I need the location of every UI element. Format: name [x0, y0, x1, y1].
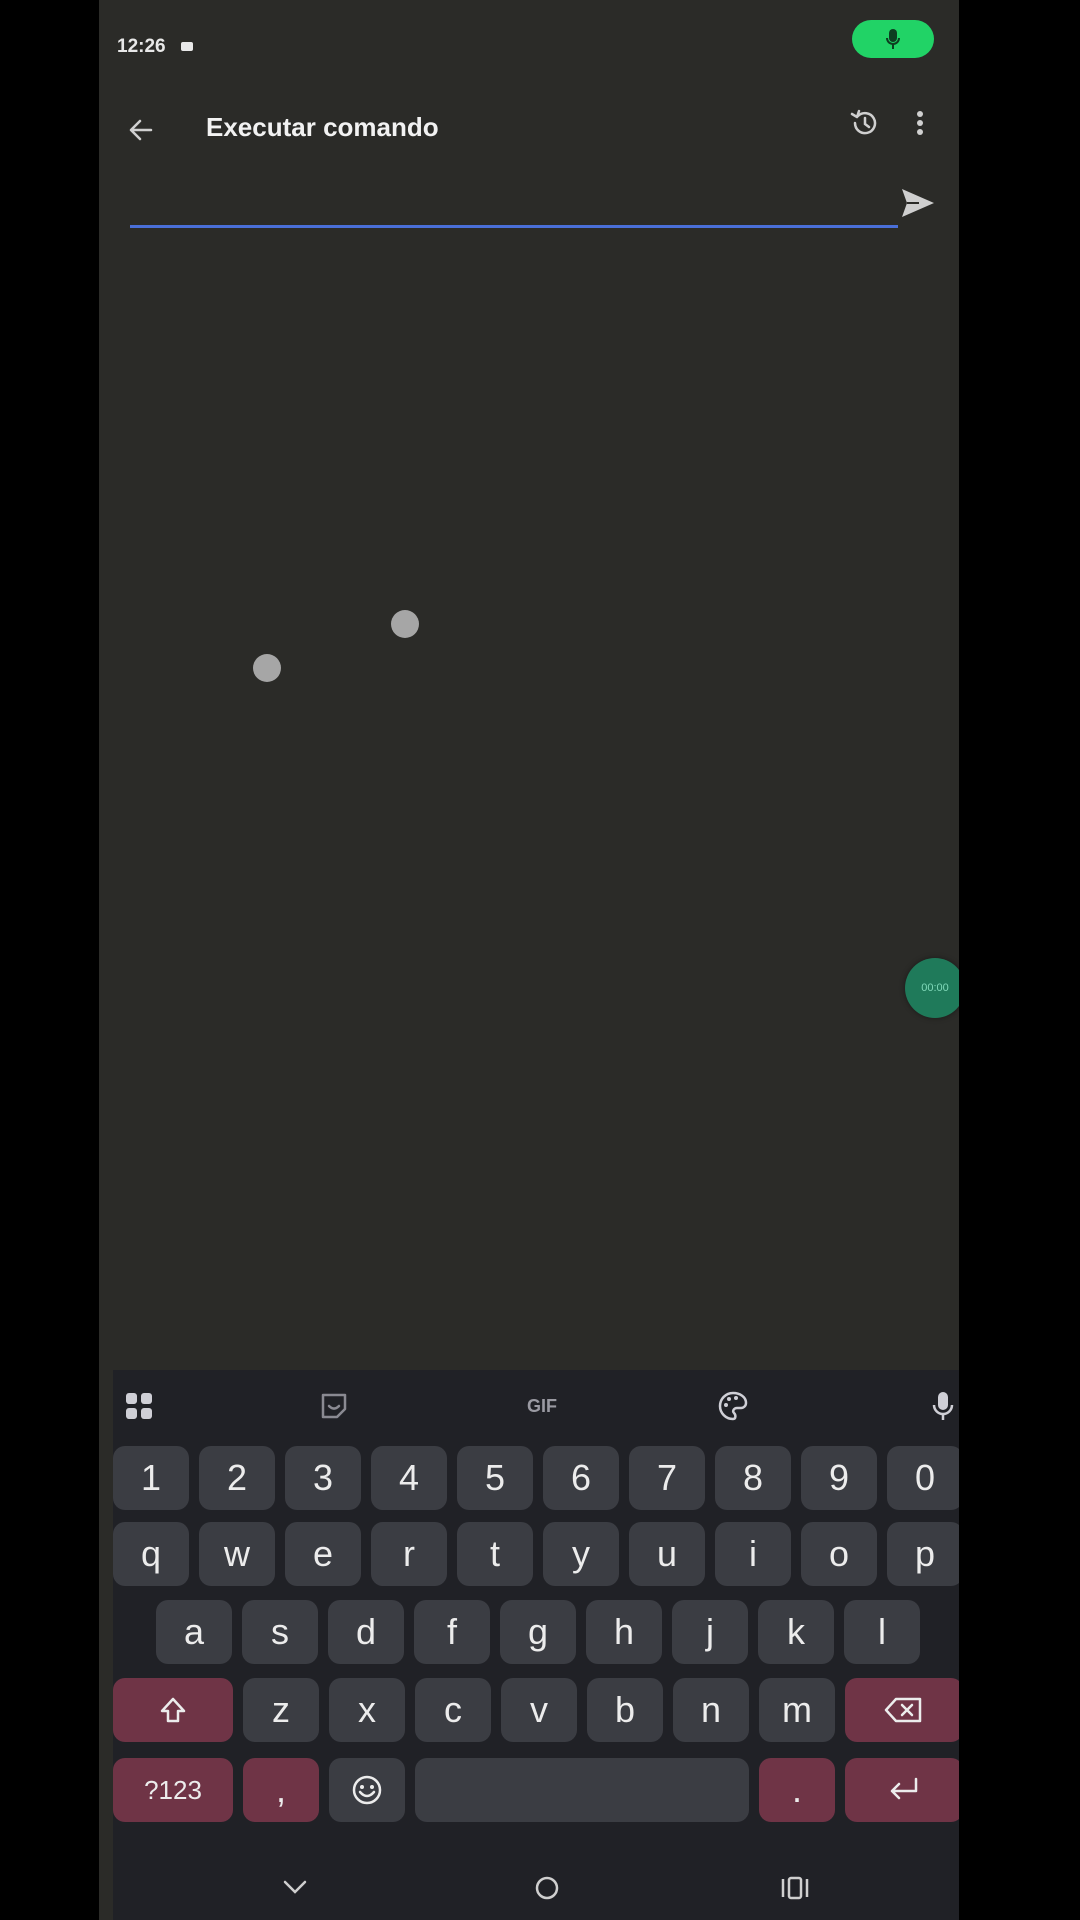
key-t[interactable]: t	[457, 1522, 533, 1586]
shift-key[interactable]	[113, 1678, 233, 1742]
key-n[interactable]: n	[673, 1678, 749, 1742]
status-bar: 12:26	[99, 0, 959, 90]
mic-active-indicator[interactable]	[852, 20, 934, 58]
back-arrow-icon[interactable]	[125, 114, 157, 146]
emoji-icon	[352, 1775, 382, 1805]
key-b[interactable]: b	[587, 1678, 663, 1742]
key-5[interactable]: 5	[457, 1446, 533, 1510]
key-l[interactable]: l	[844, 1600, 920, 1664]
voice-input-icon[interactable]	[921, 1384, 959, 1428]
send-icon[interactable]	[899, 184, 937, 222]
recorder-timer: 00:00	[921, 982, 949, 994]
gif-button[interactable]: GIF	[517, 1384, 567, 1428]
sticker-icon[interactable]	[312, 1384, 356, 1428]
key-1[interactable]: 1	[113, 1446, 189, 1510]
comma-key[interactable]: ,	[243, 1758, 319, 1822]
key-h[interactable]: h	[586, 1600, 662, 1664]
key-y[interactable]: y	[543, 1522, 619, 1586]
key-4[interactable]: 4	[371, 1446, 447, 1510]
navigation-bar	[99, 1858, 959, 1920]
key-j[interactable]: j	[672, 1600, 748, 1664]
microphone-icon	[886, 29, 900, 49]
key-7[interactable]: 7	[629, 1446, 705, 1510]
key-6[interactable]: 6	[543, 1446, 619, 1510]
more-options-icon[interactable]	[903, 106, 937, 140]
touch-indicator-dot	[253, 654, 281, 682]
key-s[interactable]: s	[242, 1600, 318, 1664]
symbols-key[interactable]: ?123	[113, 1758, 233, 1822]
key-2[interactable]: 2	[199, 1446, 275, 1510]
page-title: Executar comando	[206, 112, 439, 142]
key-8[interactable]: 8	[715, 1446, 791, 1510]
key-k[interactable]: k	[758, 1600, 834, 1664]
key-m[interactable]: m	[759, 1678, 835, 1742]
space-bar[interactable]	[415, 1758, 749, 1822]
period-key[interactable]: .	[759, 1758, 835, 1822]
screen-record-icon	[181, 42, 193, 51]
key-x[interactable]: x	[329, 1678, 405, 1742]
history-icon[interactable]	[847, 106, 881, 140]
hide-keyboard-chevron-icon[interactable]	[280, 1876, 310, 1900]
touch-indicator-dot	[391, 610, 419, 638]
shift-arrow-icon	[160, 1697, 186, 1723]
key-v[interactable]: v	[501, 1678, 577, 1742]
key-3[interactable]: 3	[285, 1446, 361, 1510]
key-q[interactable]: q	[113, 1522, 189, 1586]
backspace-key[interactable]	[845, 1678, 959, 1742]
key-c[interactable]: c	[415, 1678, 491, 1742]
key-g[interactable]: g	[500, 1600, 576, 1664]
home-icon[interactable]	[533, 1874, 561, 1902]
key-9[interactable]: 9	[801, 1446, 877, 1510]
status-time: 12:26	[117, 36, 166, 57]
backspace-icon	[884, 1697, 922, 1723]
key-f[interactable]: f	[414, 1600, 490, 1664]
on-screen-keyboard: GIF 1 2 3 4 5 6 7 8 9 0 q w e r t y u i …	[113, 1370, 959, 1920]
key-o[interactable]: o	[801, 1522, 877, 1586]
key-e[interactable]: e	[285, 1522, 361, 1586]
key-a[interactable]: a	[156, 1600, 232, 1664]
keyboard-toolbar: GIF	[113, 1370, 959, 1440]
key-r[interactable]: r	[371, 1522, 447, 1586]
key-p[interactable]: p	[887, 1522, 959, 1586]
device-screen: 12:26 Executar comando 00:00 GIF 1 2 3 4…	[99, 0, 959, 1920]
enter-icon	[890, 1777, 918, 1800]
key-i[interactable]: i	[715, 1522, 791, 1586]
key-0[interactable]: 0	[887, 1446, 959, 1510]
apps-grid-icon[interactable]	[117, 1384, 161, 1428]
key-w[interactable]: w	[199, 1522, 275, 1586]
recent-apps-icon[interactable]	[780, 1874, 810, 1902]
enter-key[interactable]	[845, 1758, 959, 1822]
recorder-bubble[interactable]: 00:00	[905, 958, 959, 1018]
emoji-key[interactable]	[329, 1758, 405, 1822]
key-z[interactable]: z	[243, 1678, 319, 1742]
key-u[interactable]: u	[629, 1522, 705, 1586]
key-d[interactable]: d	[328, 1600, 404, 1664]
theme-palette-icon[interactable]	[711, 1384, 755, 1428]
command-input[interactable]	[130, 172, 898, 228]
